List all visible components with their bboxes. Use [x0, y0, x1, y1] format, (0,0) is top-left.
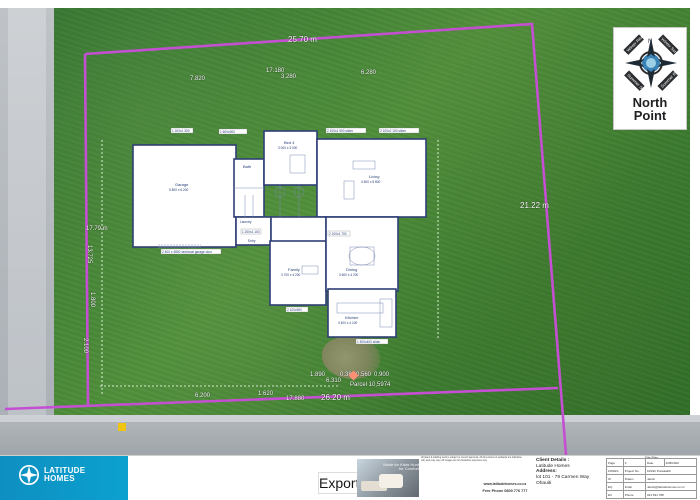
bottom-dim-7: 0.900 — [374, 372, 390, 378]
dim-g: 2 100x1 700 — [329, 232, 347, 236]
family-size: 3 700 x 4 200 — [281, 273, 301, 277]
meta-cell-2-2: Jacob — [645, 474, 697, 483]
garage-room — [132, 144, 237, 248]
meta-cell-2-0: W — [606, 474, 624, 483]
dining-label: Dining — [346, 267, 357, 272]
site-marker — [118, 423, 126, 431]
bath-label: Bath — [243, 164, 251, 169]
meta-cell-2-1: Drawn — [622, 474, 647, 483]
north-compass-icon: N Winter Rise Winter Set Summer Set Summ… — [623, 33, 681, 93]
family-label: Family — [288, 267, 300, 272]
summer-rise-label: Summer Rise — [660, 67, 681, 89]
garage-size: 5 800 x 6 200 — [169, 188, 189, 192]
phone-text: Free Phone 0800 776 777 — [482, 489, 528, 493]
client-details: Client Details : Latitude Homes Address:… — [536, 458, 603, 499]
left-dim-0: 7.820 — [190, 76, 206, 82]
north-point-title: North Point — [614, 96, 686, 122]
dim-i: 1 500x400 slider — [357, 340, 381, 344]
meta-cell-4-2: 021 534 788 — [645, 490, 697, 499]
meta-cell-0-2: Date — [645, 458, 665, 467]
top-measure: 25.70 m — [288, 35, 317, 44]
address-line-2: Ohauiti — [536, 480, 552, 486]
meta-row-3: EQ Initial Jacob@latitudehomes.co.nz — [606, 482, 697, 491]
dim-d: 2 100x2 100 slider — [380, 129, 407, 133]
entry-room — [270, 216, 327, 245]
dim-b: 1 600x900 — [220, 130, 235, 134]
brand-name: LATITUDE HOMES — [44, 467, 85, 483]
meta-cell-3-0: EQ — [606, 482, 624, 491]
meta-row-2: W Drawn Jacob — [606, 474, 697, 483]
bed-label: Bed 4 — [284, 140, 295, 145]
left-measure: 17.79 m — [86, 226, 108, 232]
latitude-logo-icon — [19, 465, 39, 485]
left-dim-5: 2.100 — [82, 338, 88, 354]
north-title-line-2: Point — [633, 108, 667, 123]
bottom-dim-6: 0.560 — [356, 372, 372, 378]
parcel-label: Parcel 10,5974 — [350, 382, 391, 388]
site-plan-footer: LATITUDE HOMES Export Made for Kiwis Hun… — [0, 455, 700, 500]
summer-set-label: Summer Set — [626, 73, 647, 92]
dining-room — [325, 216, 399, 292]
brand-panel: LATITUDE HOMES — [0, 456, 128, 500]
brand-line-2: HOMES — [44, 474, 75, 483]
meta-row-1: ZONES Project No. KZ232 Punakaiti0 — [606, 466, 697, 475]
dim-a: 1 200x1 300 — [172, 129, 190, 133]
bed-size: 3 000 x 3 000 — [278, 146, 298, 150]
left-dim-2: 3.280 — [281, 74, 297, 80]
winter-set-label: Winter Set — [660, 37, 678, 55]
website-text: www.latitudehomes.co.nz — [483, 482, 527, 486]
living-label: Living — [369, 174, 379, 179]
meta-cell-0-1: 3 — [622, 458, 647, 467]
house-svg: 1 200x1 300 1 600x900 2 100x1 900 slider… — [132, 127, 427, 345]
bottom-dim-1: 1.620 — [258, 391, 274, 397]
disclaimer-note: All plans & building work is subject to … — [421, 456, 522, 462]
metadata-table: Page 3 Date 4/08/2020 ZONES Project No. … — [606, 458, 697, 499]
meta-cell-1-0: ZONES — [606, 466, 624, 475]
dim-e: 1 200x1 100 — [242, 230, 260, 234]
right-measure: 21.22 m — [520, 201, 549, 210]
meta-cell-1-2: KZ232 Punakaiti0 — [645, 466, 697, 475]
bottom-dim-4: 6.310 — [326, 378, 342, 384]
garage-label: Garage — [175, 182, 189, 187]
winter-rise-label: Winter Rise — [626, 34, 645, 53]
left-dim-6: 1.800 — [89, 292, 95, 308]
meta-row-4: EX Phone 021 534 788 — [606, 490, 697, 499]
bottom-dim-0: 6.200 — [195, 393, 211, 399]
meta-cell-1-1: Project No. — [622, 466, 647, 475]
left-dim-4: 13.725 — [86, 245, 92, 264]
left-dim-3: 6.280 — [361, 70, 377, 76]
dim-j: 2 400 x 4800 sectional garage door — [162, 250, 213, 254]
house-plan: 1 200x1 300 1 600x900 2 100x1 900 slider… — [130, 125, 430, 350]
bottom-dim-3: 1.890 — [310, 372, 326, 378]
entry-label: Entry — [248, 239, 256, 243]
kitchen-size: 3 400 x 4 100 — [338, 321, 358, 325]
meta-cell-4-1: Phone — [622, 490, 647, 499]
meta-row-0: Page 3 Date 4/08/2020 — [606, 458, 697, 467]
export-logo: Export — [318, 472, 359, 494]
laundry-label: Laundry — [240, 220, 252, 224]
bottom-dim-2: 17.880 — [286, 396, 305, 402]
meta-cell-0-0: Page — [606, 458, 624, 467]
meta-cell-0-3: 4/08/2020 — [663, 458, 697, 467]
aerial-site-area: 25.70 m 21.22 m 17.79 m 26.20 m Parcel 1… — [0, 0, 700, 455]
site-plan-page: 25.70 m 21.22 m 17.79 m 26.20 m Parcel 1… — [0, 0, 700, 500]
meta-cell-4-0: EX — [606, 490, 624, 499]
living-size: 4 500 x 5 800 — [361, 180, 381, 184]
bottom-measure: 26.20 m — [321, 393, 350, 402]
advertisement-image: Made for Kiwis Hunt for Comfort — [357, 459, 419, 497]
dining-size: 3 600 x 4 200 — [339, 273, 359, 277]
compass: N Winter Rise Winter Set Summer Set Summ… — [621, 33, 681, 93]
kitchen-label: Kitchen — [345, 315, 358, 320]
meta-cell-3-1: Initial — [622, 482, 647, 491]
ad-text: Made for Kiwis Hunt for Comfort — [383, 462, 419, 472]
dim-c: 2 100x1 900 slider — [327, 129, 354, 133]
compass-north-label: N — [648, 39, 652, 45]
north-point-panel: N Winter Rise Winter Set Summer Set Summ… — [613, 27, 687, 130]
meta-cell-3-2: Jacob@latitudehomes.co.nz — [645, 482, 697, 491]
dim-f: 2 100x900 — [287, 308, 302, 312]
